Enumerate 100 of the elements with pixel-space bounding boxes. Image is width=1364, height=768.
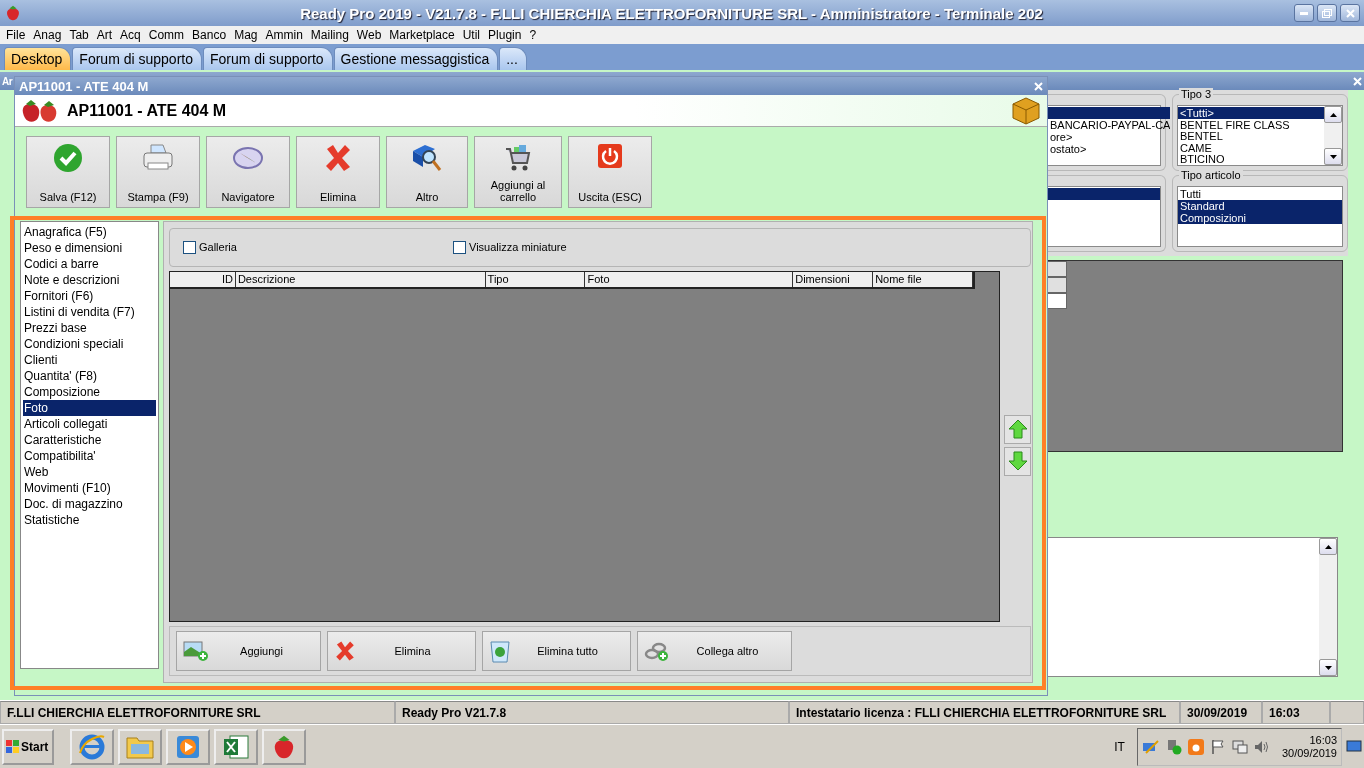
- toolbar-button[interactable]: Aggiungi al carrello: [474, 136, 562, 208]
- section-item[interactable]: Doc. di magazzino: [23, 496, 156, 512]
- section-item[interactable]: Clienti: [23, 352, 156, 368]
- section-item[interactable]: Articoli collegati: [23, 416, 156, 432]
- menu-item[interactable]: Plugin: [486, 28, 528, 42]
- section-item[interactable]: Fornitori (F6): [23, 288, 156, 304]
- menu-item[interactable]: Web: [354, 28, 388, 42]
- add-picture-icon: [183, 640, 209, 662]
- status-panel: [1330, 701, 1364, 724]
- list-item[interactable]: ostato>: [1048, 143, 1171, 155]
- section-item[interactable]: Compatibilita': [23, 448, 156, 464]
- taskbar-icon[interactable]: [166, 728, 210, 765]
- grid-cell: [1048, 293, 1067, 309]
- cube-icon: [1011, 95, 1041, 126]
- status-text: 30/09/2019: [1180, 701, 1262, 724]
- action-button[interactable]: Elimina: [327, 631, 476, 671]
- move-up-button[interactable]: [1004, 414, 1031, 444]
- action-button[interactable]: Aggiungi: [176, 631, 321, 671]
- menu-item[interactable]: Util: [460, 28, 487, 42]
- section-item[interactable]: Anagrafica (F5): [23, 224, 156, 240]
- taskbar-icon[interactable]: [214, 728, 258, 765]
- column-header[interactable]: ID: [170, 271, 236, 287]
- scroll-up-button[interactable]: [1319, 538, 1337, 555]
- section-item[interactable]: Web: [23, 464, 156, 480]
- section-item[interactable]: Statistiche: [23, 512, 156, 528]
- section-item[interactable]: Quantita' (F8): [23, 368, 156, 384]
- restore-icon: [1322, 8, 1332, 18]
- column-header[interactable]: Tipo: [485, 271, 586, 287]
- taskbar-icon[interactable]: [262, 728, 306, 765]
- list-item[interactable]: BENTEL: [1178, 130, 1324, 142]
- minimize-button[interactable]: [1294, 4, 1314, 22]
- tab[interactable]: Gestione messaggistica: [333, 47, 499, 70]
- status-text: F.LLI CHIERCHIA ELETTROFORNITURE SRL: [0, 701, 395, 724]
- taskbar-icon[interactable]: [70, 728, 114, 765]
- checkbox[interactable]: [453, 240, 466, 254]
- toolbar-button[interactable]: Navigatore: [206, 136, 290, 208]
- list-item[interactable]: ore>: [1048, 131, 1171, 143]
- taskbar-icon[interactable]: [118, 728, 162, 765]
- toolbar-button[interactable]: Uscita (ESC): [568, 136, 652, 208]
- menu-item[interactable]: Art: [94, 28, 119, 42]
- menu-item[interactable]: Comm: [146, 28, 191, 42]
- window-title: Ar: [2, 75, 13, 87]
- article-heading: AP11001 - ATE 404 M: [67, 101, 228, 120]
- up-arrow-icon: [1324, 544, 1332, 549]
- menu-item[interactable]: Anag: [31, 28, 68, 42]
- section-item[interactable]: Composizione: [23, 384, 156, 400]
- menu-item[interactable]: Marketplace: [387, 28, 461, 42]
- list-item[interactable]: CAME: [1178, 141, 1324, 154]
- section-item[interactable]: Codici a barre: [23, 256, 156, 272]
- action-button[interactable]: Collega altro: [637, 631, 792, 671]
- toolbar-button[interactable]: Altro: [386, 136, 468, 208]
- toolbar-button[interactable]: Stampa (F9): [116, 136, 200, 208]
- scroll-up-button[interactable]: [1324, 106, 1342, 123]
- section-item[interactable]: Foto: [23, 400, 156, 416]
- menu-item[interactable]: Banco: [190, 28, 233, 42]
- move-down-button[interactable]: [1004, 446, 1031, 476]
- list-item[interactable]: Standard: [1178, 200, 1342, 212]
- tab[interactable]: Forum di supporto: [202, 47, 333, 70]
- tab[interactable]: Forum di supporto: [72, 47, 202, 70]
- window-title: AP11001 - ATE 404 M: [19, 78, 149, 94]
- cross-icon: [334, 640, 356, 662]
- checkbox[interactable]: [183, 240, 196, 254]
- column-header[interactable]: Descrizione: [235, 271, 486, 287]
- list-item[interactable]: <Tutti>: [1178, 107, 1324, 119]
- menu-item[interactable]: Mag: [232, 28, 264, 42]
- section-item[interactable]: Prezzi base: [23, 320, 156, 336]
- menu-item[interactable]: File: [4, 28, 32, 42]
- section-item[interactable]: Condizioni speciali: [23, 336, 156, 352]
- start-button[interactable]: Start: [2, 728, 54, 765]
- close-button[interactable]: [1340, 4, 1360, 22]
- shield-check-icon: [1165, 738, 1182, 755]
- section-item[interactable]: Listini di vendita (F7): [23, 304, 156, 320]
- list-item[interactable]: BTICINO: [1178, 153, 1324, 165]
- menu-item[interactable]: ?: [527, 28, 543, 42]
- toolbar-button[interactable]: Salva (F12): [26, 136, 110, 208]
- list-item[interactable]: Composizioni: [1178, 212, 1342, 224]
- scroll-down-button[interactable]: [1324, 148, 1342, 165]
- column-header[interactable]: Foto: [585, 271, 794, 287]
- menu-item[interactable]: Ammin: [263, 28, 309, 42]
- grid-cell: [1048, 261, 1067, 277]
- menu-item[interactable]: Mailing: [308, 28, 355, 42]
- list-item[interactable]: BENTEL FIRE CLASS: [1178, 118, 1324, 131]
- action-button[interactable]: Elimina tutto: [482, 631, 631, 671]
- scroll-down-button[interactable]: [1319, 659, 1337, 676]
- section-item[interactable]: Note e descrizioni: [23, 272, 156, 288]
- tab[interactable]: Desktop: [4, 47, 72, 70]
- language-indicator[interactable]: IT: [1114, 739, 1125, 754]
- section-item[interactable]: Movimenti (F10): [23, 480, 156, 496]
- maximize-button[interactable]: [1317, 4, 1337, 22]
- column-header[interactable]: Dimensioni: [793, 271, 874, 287]
- toolbar-button[interactable]: Elimina: [296, 136, 380, 208]
- section-item[interactable]: Peso e dimensioni: [23, 240, 156, 256]
- column-header[interactable]: Nome file: [873, 271, 973, 287]
- menu-item[interactable]: Tab: [67, 28, 95, 42]
- menu-item[interactable]: Acq: [118, 28, 147, 42]
- book-magnifier-icon: [411, 143, 443, 173]
- section-item[interactable]: Caratteristiche: [23, 432, 156, 448]
- list-item[interactable]: BANCARIO-PAYPAL-CA: [1048, 119, 1171, 131]
- tab[interactable]: ...: [499, 47, 527, 70]
- list-item[interactable]: Tutti: [1178, 188, 1342, 200]
